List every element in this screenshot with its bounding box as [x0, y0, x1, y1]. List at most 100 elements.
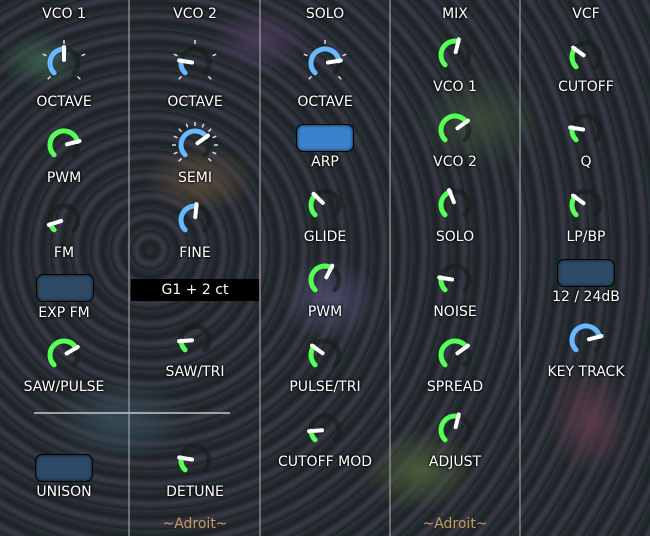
key-track-label: KEY TRACK	[547, 364, 625, 380]
knob-pointer	[177, 455, 195, 462]
knob-graphic	[569, 188, 603, 218]
knob-pointer	[177, 58, 195, 65]
vco2-semi-knob[interactable]	[171, 121, 219, 169]
spread-knob[interactable]	[431, 331, 479, 379]
mix-vco1-label: VCO 1	[433, 79, 477, 95]
knob-value-arc	[47, 338, 79, 368]
knob-graphic	[173, 40, 217, 80]
knob-graphic	[438, 113, 472, 143]
section-title-mix: MIX	[442, 6, 468, 22]
knob-tick	[178, 75, 183, 80]
knob-tick	[47, 75, 52, 80]
slope-label: 12 / 24dB	[552, 289, 620, 305]
noise-knob[interactable]	[431, 256, 479, 304]
glide-label: GLIDE	[303, 229, 347, 245]
glide-knob[interactable]	[301, 181, 349, 229]
mix-vco2-knob[interactable]	[431, 106, 479, 154]
vco1-saw-pulse-label: SAW/PULSE	[23, 379, 105, 395]
knob-tick	[303, 53, 308, 57]
mix-vco1-knob[interactable]	[431, 31, 479, 79]
adjust-label: ADJUST	[428, 454, 482, 470]
solo-pwm-knob[interactable]	[301, 256, 349, 304]
exp-fm-toggle[interactable]	[36, 274, 94, 302]
vco2-fine-knob[interactable]	[171, 196, 219, 244]
pulse-tri-knob[interactable]	[301, 331, 349, 379]
knob-graphic	[569, 323, 604, 353]
adjust-knob[interactable]	[431, 406, 479, 454]
vco1-fm-label: FM	[53, 245, 75, 261]
knob-tick	[178, 157, 183, 162]
mix-solo-knob[interactable]	[431, 181, 479, 229]
knob-tick	[212, 53, 217, 57]
unison-toggle[interactable]	[35, 454, 93, 482]
knob-tick	[308, 75, 313, 80]
knob-graphic	[568, 113, 603, 143]
knob-tick	[212, 151, 217, 155]
knob-tick	[178, 128, 183, 133]
knob-graphic	[46, 203, 81, 233]
cutoff-mod-label: CUTOFF MOD	[277, 454, 373, 470]
knob-tick	[76, 75, 81, 80]
knob-graphic	[308, 263, 342, 293]
vco1-fm-knob[interactable]	[40, 196, 88, 244]
knob-graphic	[177, 443, 212, 473]
knob-graphic	[438, 37, 472, 68]
solo-octave-knob[interactable]	[301, 39, 349, 87]
vco2-fine-label: FINE	[179, 245, 211, 261]
knob-graphic	[303, 40, 347, 80]
knob-value-arc	[178, 128, 209, 158]
knob-tick	[342, 53, 347, 57]
arp-label: ARP	[311, 154, 339, 170]
section-title-vcf: VCF	[572, 6, 600, 22]
knob-tick	[207, 128, 212, 133]
pulse-tri-label: PULSE/TRI	[289, 379, 361, 395]
cutoff-mod-knob[interactable]	[301, 406, 349, 454]
vco1-pwm-knob[interactable]	[40, 121, 88, 169]
vco2-octave-label: OCTAVE	[167, 94, 223, 110]
knob-value-arc	[438, 189, 453, 218]
vcf-cutoff-knob[interactable]	[562, 33, 610, 81]
slope-toggle[interactable]	[557, 259, 615, 287]
vco1-saw-pulse-knob[interactable]	[40, 331, 88, 379]
vcf-cutoff-label: CUTOFF	[558, 79, 614, 95]
arp-toggle[interactable]	[296, 124, 354, 152]
knob-pointer	[568, 125, 586, 132]
key-track-knob[interactable]	[562, 316, 610, 364]
knob-tick	[212, 135, 217, 139]
knob-tick	[42, 53, 47, 57]
knob-pointer	[437, 275, 455, 282]
knob-graphic	[438, 338, 472, 368]
lp-bp-knob[interactable]	[562, 181, 610, 229]
noise-label: NOISE	[433, 304, 477, 320]
adroit-logo-left: ~Adroit~	[162, 516, 228, 532]
knob-tick	[173, 135, 178, 139]
solo-pwm-label: PWM	[307, 304, 343, 320]
knob-graphic	[42, 40, 86, 80]
unison-separator	[34, 412, 230, 414]
vco2-saw-tri-label: SAW/TRI	[165, 364, 225, 380]
knob-graphic	[47, 338, 81, 368]
knob-pointer	[177, 338, 195, 344]
lp-bp-label: LP/BP	[566, 229, 606, 245]
vco2-saw-tri-knob[interactable]	[171, 316, 219, 364]
knob-tick	[207, 75, 212, 80]
column-divider	[128, 0, 130, 536]
vco1-octave-label: OCTAVE	[36, 94, 92, 110]
vco2-octave-knob[interactable]	[171, 39, 219, 87]
detune-knob[interactable]	[171, 436, 219, 484]
knob-graphic	[178, 202, 212, 233]
knob-value-arc	[47, 46, 67, 76]
spread-label: SPREAD	[426, 379, 484, 395]
vco2-semi-label: SEMI	[178, 170, 212, 186]
vcf-q-knob[interactable]	[562, 106, 610, 154]
knob-tick	[185, 123, 189, 128]
knob-value-arc	[308, 192, 318, 218]
knob-graphic	[569, 40, 603, 70]
vco1-pwm-label: PWM	[46, 170, 82, 186]
section-title-vco1: VCO 1	[42, 6, 86, 22]
knob-pointer	[193, 202, 199, 220]
vco1-octave-knob[interactable]	[40, 39, 88, 87]
knob-graphic	[307, 413, 342, 443]
knob-graphic	[172, 122, 218, 162]
mix-vco2-label: VCO 2	[433, 154, 477, 170]
